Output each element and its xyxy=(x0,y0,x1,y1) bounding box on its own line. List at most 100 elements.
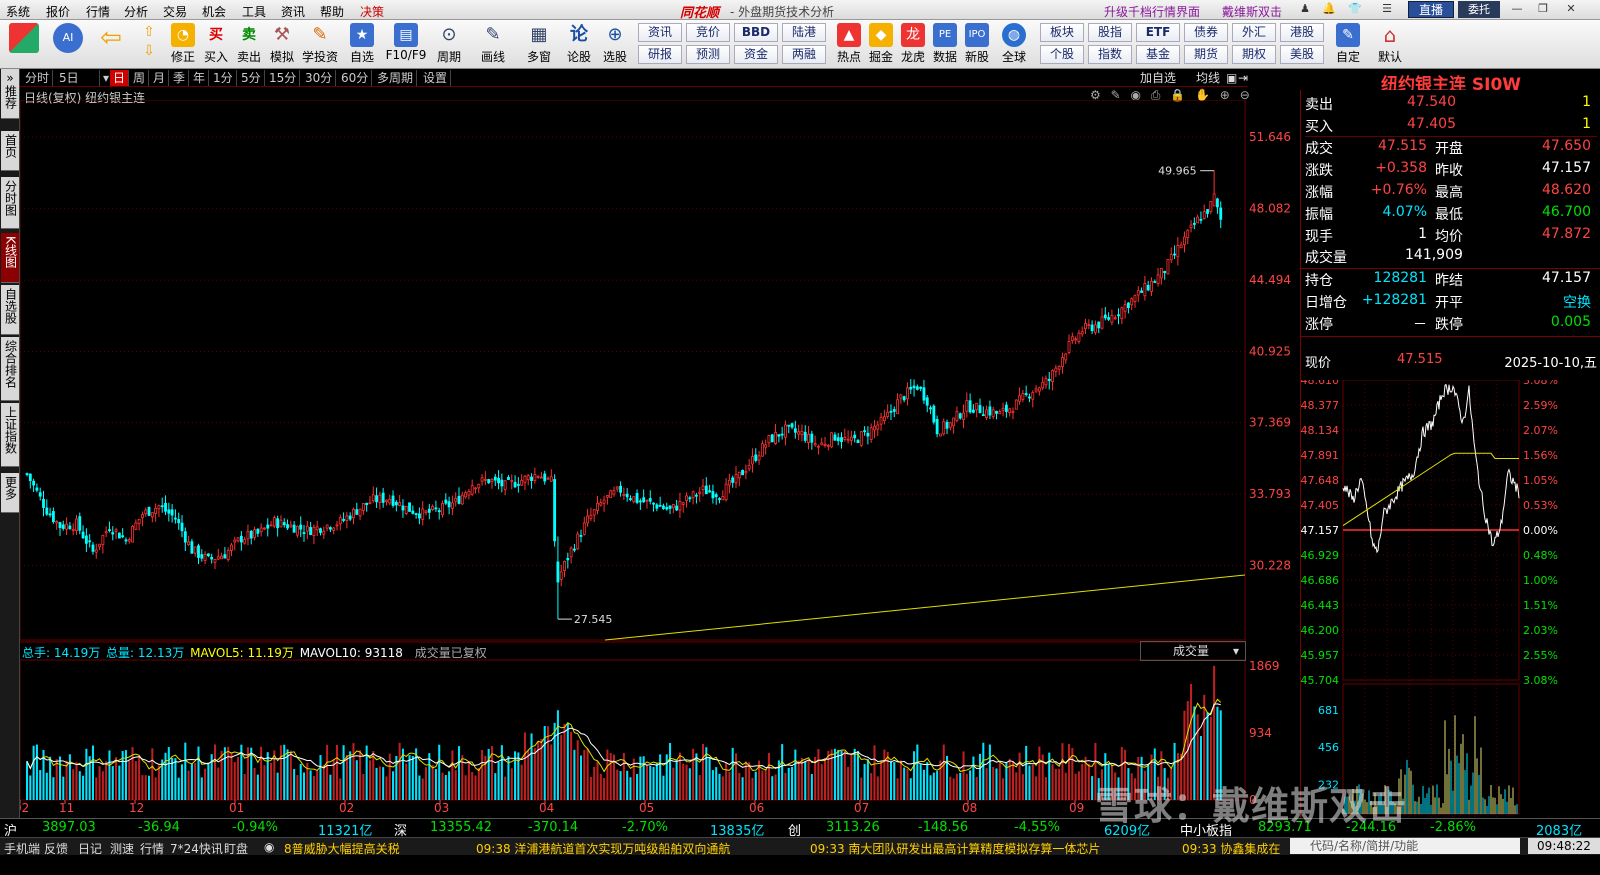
candle[interactable] xyxy=(817,445,820,448)
candle[interactable] xyxy=(902,396,906,401)
toolbar-global-button[interactable]: ◍ 全球 xyxy=(994,23,1034,67)
candle[interactable] xyxy=(1087,324,1091,327)
candle[interactable] xyxy=(652,502,655,505)
candle[interactable] xyxy=(55,521,59,524)
candle[interactable] xyxy=(150,512,154,518)
candle[interactable] xyxy=(1206,209,1209,214)
candle[interactable] xyxy=(1212,193,1216,207)
candle[interactable] xyxy=(760,443,764,457)
candle[interactable] xyxy=(1097,321,1101,329)
candle[interactable] xyxy=(1037,387,1041,392)
candle[interactable] xyxy=(144,509,148,514)
candle[interactable] xyxy=(45,507,49,515)
candle[interactable] xyxy=(1047,378,1051,381)
candle[interactable] xyxy=(764,444,768,448)
candle[interactable] xyxy=(737,471,741,479)
expand-icon[interactable]: ⇥ xyxy=(1238,70,1248,86)
candle[interactable] xyxy=(460,494,464,505)
candle[interactable] xyxy=(160,505,164,508)
candle[interactable] xyxy=(131,526,134,543)
candle[interactable] xyxy=(718,498,721,500)
candle[interactable] xyxy=(526,475,530,481)
candle[interactable] xyxy=(599,502,603,506)
candle[interactable] xyxy=(431,506,435,510)
candle[interactable] xyxy=(361,503,365,511)
candle[interactable] xyxy=(193,546,197,554)
candle[interactable] xyxy=(1150,280,1153,292)
back-button[interactable]: ⇦ xyxy=(96,23,126,67)
candle[interactable] xyxy=(869,427,873,440)
candle[interactable] xyxy=(572,548,576,551)
candle[interactable] xyxy=(328,527,332,530)
candle[interactable] xyxy=(569,547,573,558)
candle[interactable] xyxy=(493,476,497,481)
candle[interactable] xyxy=(642,497,646,503)
candle[interactable] xyxy=(754,454,758,461)
candle[interactable] xyxy=(65,523,69,530)
candle[interactable] xyxy=(71,528,75,531)
tb-hk-stock[interactable]: 港股 xyxy=(1280,23,1324,42)
candle[interactable] xyxy=(480,477,484,482)
candle[interactable] xyxy=(51,511,55,523)
candle[interactable] xyxy=(995,410,998,414)
candle[interactable] xyxy=(678,500,682,511)
candle[interactable] xyxy=(622,494,626,496)
tb-news[interactable]: 资讯 xyxy=(638,23,682,42)
candle[interactable] xyxy=(510,480,514,482)
person-icon[interactable]: ♟ xyxy=(1294,2,1316,18)
candle[interactable] xyxy=(345,515,349,521)
candle[interactable] xyxy=(846,438,850,441)
candle[interactable] xyxy=(734,474,738,484)
candle[interactable] xyxy=(1163,270,1167,274)
tb-etf[interactable]: ETF xyxy=(1136,23,1180,42)
candle[interactable] xyxy=(513,482,517,488)
tb-us-stock[interactable]: 美股 xyxy=(1280,45,1324,64)
menu-icon[interactable]: ☰ xyxy=(1376,2,1398,18)
candle[interactable] xyxy=(371,494,375,502)
candle[interactable] xyxy=(114,529,118,532)
candle[interactable] xyxy=(1110,315,1114,323)
candle[interactable] xyxy=(276,518,280,529)
candle[interactable] xyxy=(1084,322,1087,330)
candle[interactable] xyxy=(388,498,392,504)
candle[interactable] xyxy=(612,490,616,495)
shirt-icon[interactable]: 👕 xyxy=(1344,2,1366,18)
candle[interactable] xyxy=(1169,254,1173,261)
candle[interactable] xyxy=(566,557,570,561)
candle[interactable] xyxy=(1133,295,1137,302)
candle[interactable] xyxy=(187,541,191,545)
candle[interactable] xyxy=(1024,393,1028,395)
toolbar-multiwin-button[interactable]: ▦ 多窗 xyxy=(522,23,556,67)
candle[interactable] xyxy=(1064,353,1068,361)
candle[interactable] xyxy=(180,522,184,532)
candle[interactable] xyxy=(1159,268,1163,279)
candle[interactable] xyxy=(823,444,827,446)
candle[interactable] xyxy=(483,478,487,481)
candle[interactable] xyxy=(559,571,563,580)
candle[interactable] xyxy=(154,507,158,514)
candle[interactable] xyxy=(1004,404,1008,412)
candle[interactable] xyxy=(787,424,791,427)
candle[interactable] xyxy=(216,556,220,560)
candle[interactable] xyxy=(239,535,243,543)
candle[interactable] xyxy=(675,505,679,511)
candle[interactable] xyxy=(259,527,263,533)
candle[interactable] xyxy=(830,432,834,448)
candle[interactable] xyxy=(935,419,939,435)
candle[interactable] xyxy=(319,528,322,533)
candle[interactable] xyxy=(487,479,491,484)
candle[interactable] xyxy=(447,501,451,508)
candle[interactable] xyxy=(998,411,1002,415)
candle[interactable] xyxy=(648,498,652,502)
candle[interactable] xyxy=(42,498,45,508)
candle[interactable] xyxy=(457,495,461,504)
candle[interactable] xyxy=(269,524,273,527)
candle[interactable] xyxy=(1057,366,1061,370)
candle[interactable] xyxy=(965,400,969,412)
candle[interactable] xyxy=(556,561,560,583)
candle[interactable] xyxy=(272,517,276,527)
candle[interactable] xyxy=(582,522,586,535)
candle[interactable] xyxy=(820,442,824,446)
candle[interactable] xyxy=(1051,370,1054,382)
candle[interactable] xyxy=(1014,399,1018,410)
